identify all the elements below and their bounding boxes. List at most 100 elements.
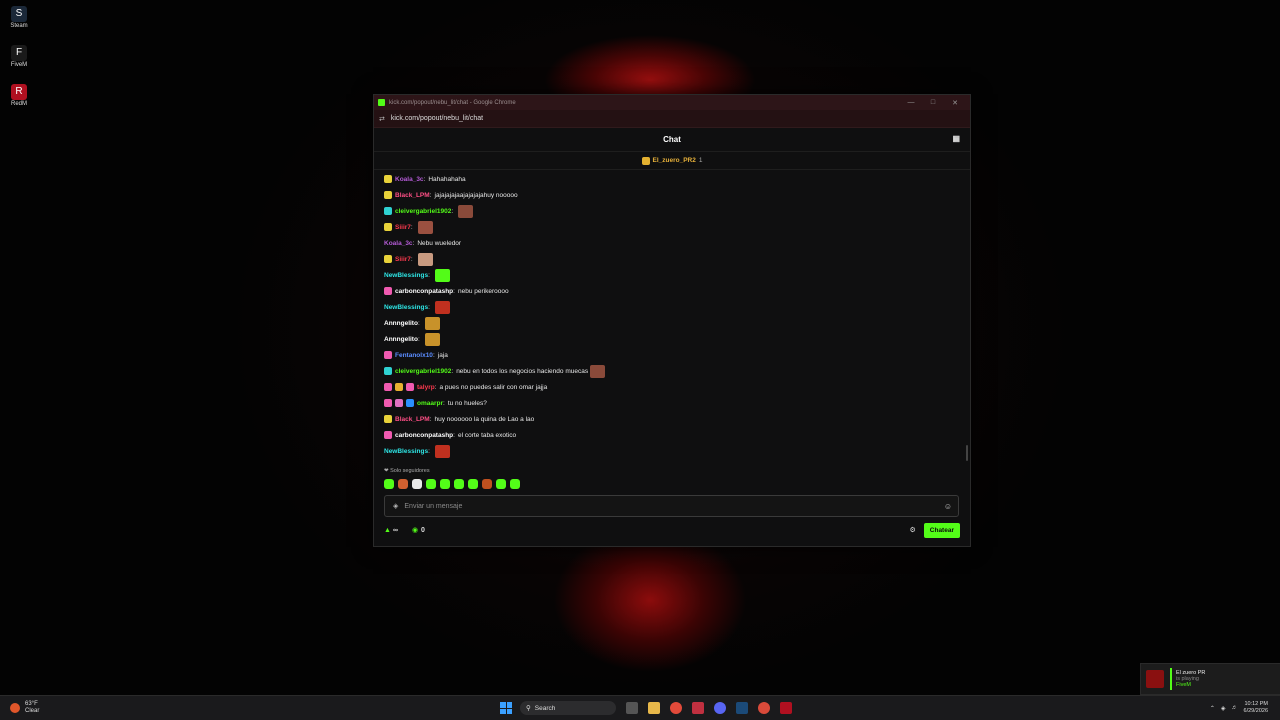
chrome-popup-window[interactable]: kick.com/popout/nebu_lit/chat - Google C… (373, 94, 971, 547)
weather-widget[interactable]: 63°F Clear (10, 701, 470, 715)
quick-emote[interactable] (482, 479, 492, 489)
quick-emote[interactable] (426, 479, 436, 489)
url-text[interactable]: kick.com/popout/nebu_lit/chat (391, 115, 483, 122)
chat-message[interactable]: NewBlessings: (384, 299, 970, 315)
pinned-username[interactable]: El_zuero_PR2 (653, 157, 696, 164)
quick-emote[interactable] (510, 479, 520, 489)
chat-message[interactable]: cleivergabriel1902: nebu en todos los neg… (384, 363, 970, 379)
user-badge-icon[interactable] (384, 383, 392, 391)
chat-username[interactable]: Black_LPM (395, 416, 430, 423)
chat-message[interactable]: carbonconpatashp: nebu perikeroooo (384, 283, 970, 299)
chrome-icon[interactable] (670, 702, 682, 714)
quick-emote[interactable] (440, 479, 450, 489)
search-label[interactable]: Search (535, 705, 556, 712)
chat-message[interactable]: Annngelito: (384, 315, 970, 331)
chat-username[interactable]: Siiir7 (395, 224, 411, 231)
user-badge-icon[interactable] (384, 351, 392, 359)
chat-emote[interactable] (590, 364, 606, 378)
calendar-app-icon[interactable] (692, 702, 704, 714)
chat-message-list[interactable]: Koala_3c: Hahahahaha Black_LPM: jajajajajaa… (374, 171, 970, 461)
chat-input-placeholder[interactable]: Enviar un mensaje (404, 503, 943, 510)
chat-emote[interactable] (417, 220, 433, 234)
desktop-icon-fivem[interactable]: F FiveM (6, 45, 32, 68)
chrome-active-icon[interactable] (758, 702, 770, 714)
close-icon[interactable]: ✕ (944, 99, 966, 107)
emoji-icon[interactable]: ☺ (944, 502, 952, 511)
chat-username[interactable]: Koala_3c (384, 240, 413, 247)
chat-username[interactable]: Black_LPM (395, 192, 430, 199)
chat-message[interactable]: NewBlessings: (384, 267, 970, 283)
user-badge-icon[interactable] (395, 399, 403, 407)
chat-emote[interactable] (417, 252, 433, 266)
user-badge-icon[interactable] (395, 383, 403, 391)
desktop-icon-steam[interactable]: S Steam (6, 6, 32, 29)
quick-emote[interactable] (454, 479, 464, 489)
chat-emote[interactable] (434, 444, 450, 458)
quick-emote[interactable] (468, 479, 478, 489)
chat-emote[interactable] (434, 300, 450, 314)
chat-username[interactable]: Siiir7 (395, 256, 411, 263)
pinned-gifter-bar[interactable]: El_zuero_PR2 1 (374, 152, 970, 170)
taskbar-search[interactable]: ⚲ Search (520, 701, 616, 715)
chat-username[interactable]: Annngelito (384, 336, 418, 343)
chat-message[interactable]: Koala_3c: Nebu wueledor (384, 235, 970, 251)
send-chat-button[interactable]: Chatear (923, 522, 960, 538)
steam-icon[interactable] (736, 702, 748, 714)
chat-username[interactable]: Annngelito (384, 320, 418, 327)
chat-username[interactable]: cleivergabriel1902 (395, 208, 451, 215)
chat-username[interactable]: cleivergabriel1902 (395, 368, 451, 375)
user-badge-icon[interactable] (384, 367, 392, 375)
chat-message[interactable]: cleivergabriel1902: (384, 203, 970, 219)
chat-emote[interactable] (424, 316, 440, 330)
site-info-icon[interactable]: ⇄ (379, 115, 385, 123)
user-badge-icon[interactable] (384, 287, 392, 295)
clock[interactable]: 10:12 PM 6/29/2026 (1244, 701, 1268, 715)
user-badge-icon[interactable] (384, 207, 392, 215)
chat-username[interactable]: Koala_3c (395, 176, 424, 183)
chat-username[interactable]: NewBlessings (384, 272, 428, 279)
chat-message[interactable]: talyrp: a pues no puedes salir con omar j… (384, 379, 970, 395)
chat-message[interactable]: carbonconpatashp: el corte taba exotico (384, 427, 970, 443)
discord-icon[interactable] (714, 702, 726, 714)
gear-icon[interactable]: ⚙ (910, 526, 916, 534)
chat-username[interactable]: carbonconpatashp (395, 432, 453, 439)
channel-points-icon[interactable]: ▲ (384, 527, 391, 534)
chat-message[interactable]: Black_LPM: huy noooooo la quina de Lao a … (384, 411, 970, 427)
chat-username[interactable]: omaarpr (417, 400, 443, 407)
quick-emote[interactable] (398, 479, 408, 489)
address-bar[interactable]: ⇄ kick.com/popout/nebu_lit/chat (374, 110, 970, 128)
chat-message[interactable]: omaarpr: tu no hueles? (384, 395, 970, 411)
chat-scrollbar[interactable] (966, 445, 968, 461)
redm-icon[interactable] (780, 702, 792, 714)
chat-emote[interactable] (458, 204, 474, 218)
user-badge-icon[interactable] (406, 399, 414, 407)
maximize-icon[interactable]: □ (922, 99, 944, 106)
chat-emote[interactable] (434, 268, 450, 282)
chat-username[interactable]: NewBlessings (384, 304, 428, 311)
wifi-icon[interactable]: ◈ (1221, 705, 1226, 712)
quick-emote[interactable] (496, 479, 506, 489)
windows-start-icon[interactable] (500, 702, 512, 714)
window-titlebar[interactable]: kick.com/popout/nebu_lit/chat - Google C… (374, 95, 970, 110)
chat-emote[interactable] (424, 332, 440, 346)
desktop-icon-redm[interactable]: R RedM (6, 84, 32, 107)
minimize-icon[interactable]: — (900, 99, 922, 106)
game-activity-notification[interactable]: El zuero PR is playing FiveM (1140, 663, 1280, 695)
chat-username[interactable]: Fentanolx10 (395, 352, 433, 359)
quick-emote[interactable] (384, 479, 394, 489)
chat-message[interactable]: Fentanolx10: jaja (384, 347, 970, 363)
chat-username[interactable]: NewBlessings (384, 448, 428, 455)
chat-input-box[interactable]: ◈ Enviar un mensaje ☺ (384, 495, 959, 517)
user-badge-icon[interactable] (384, 255, 392, 263)
chat-message[interactable]: Annngelito: (384, 331, 970, 347)
volume-icon[interactable]: ♬ (1232, 705, 1238, 711)
chat-message[interactable]: Siiir7: (384, 251, 970, 267)
user-badge-icon[interactable] (384, 431, 392, 439)
chat-message[interactable]: Siiir7: (384, 219, 970, 235)
quick-emote[interactable] (412, 479, 422, 489)
user-badge-icon[interactable] (384, 191, 392, 199)
chevron-up-icon[interactable]: ⌃ (1210, 705, 1215, 712)
gift-icon[interactable]: ▦ (952, 134, 960, 143)
chat-message[interactable]: NewBlessings: (384, 443, 970, 459)
user-badge-icon[interactable] (384, 175, 392, 183)
